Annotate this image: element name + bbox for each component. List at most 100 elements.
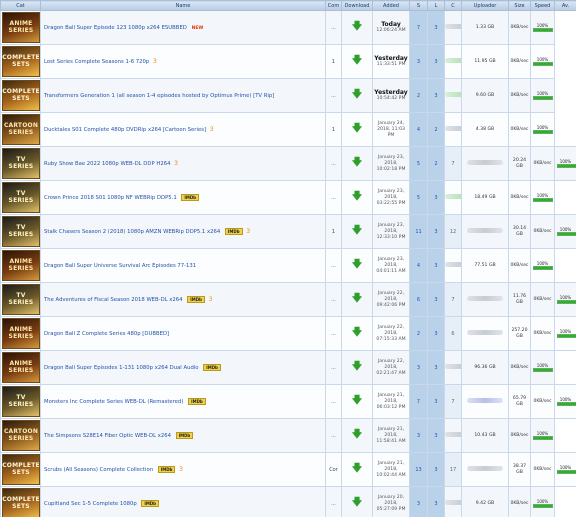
seeders-cell[interactable]: 3 <box>409 44 428 79</box>
comments-cell[interactable]: ... <box>325 486 342 517</box>
column-header-speed[interactable]: Speed <box>530 0 555 11</box>
uploader-name-blurred[interactable] <box>445 500 461 505</box>
column-header-size[interactable]: Size <box>508 0 531 11</box>
uploader-cell[interactable] <box>461 146 509 181</box>
seeders-cell[interactable]: 5 <box>409 146 428 181</box>
leechers-cell[interactable]: 3 <box>427 44 445 79</box>
seeders-cell[interactable]: 4 <box>409 248 428 283</box>
category-cell[interactable]: COMPLETE SETS <box>0 452 41 487</box>
leechers-cell[interactable]: 3 <box>427 350 445 385</box>
imdb-badge[interactable]: IMDb <box>157 466 176 473</box>
seeders-cell[interactable]: 11 <box>409 214 428 249</box>
uploader-cell[interactable] <box>444 112 462 147</box>
download-arrow-icon[interactable]: 🡇 <box>352 225 362 236</box>
download-cell[interactable]: 🡇 <box>341 384 373 419</box>
leechers-cell[interactable]: 2 <box>427 112 445 147</box>
leechers-cell[interactable]: 2 <box>427 146 445 181</box>
torrent-name-link[interactable]: Monsters Inc Complete Series WEB-DL (Rem… <box>44 399 183 405</box>
column-header-cat[interactable]: Cat <box>0 0 41 11</box>
uploader-cell[interactable] <box>444 180 462 215</box>
uploader-name-blurred[interactable] <box>445 364 461 369</box>
comments-cell[interactable]: ... <box>325 78 342 113</box>
uploader-name-blurred[interactable] <box>467 296 503 301</box>
torrent-name-link[interactable]: Scrubs (All Seasons) Complete Collection <box>44 467 153 473</box>
seeders-cell[interactable]: 13 <box>409 452 428 487</box>
seeders-cell[interactable]: 7 <box>409 10 428 45</box>
imdb-badge[interactable]: IMDb <box>203 364 221 371</box>
category-image[interactable]: ANIME SERIES <box>2 318 40 349</box>
torrent-name-link[interactable]: Transformers Generation 1 (all season 1-… <box>44 93 274 99</box>
leechers-cell[interactable]: 3 <box>427 316 445 351</box>
category-cell[interactable]: CARTOON SERIES <box>0 112 41 147</box>
download-arrow-icon[interactable]: 🡇 <box>352 55 362 66</box>
download-arrow-icon[interactable]: 🡇 <box>352 497 362 508</box>
torrent-name-link[interactable]: Ruby Show Bae 2022 1080p WEB-DL DDP H264 <box>44 161 170 167</box>
comments-cell[interactable]: ... <box>325 282 342 317</box>
column-header-uploader[interactable]: Uploader <box>461 0 509 11</box>
category-cell[interactable]: TV SERIES <box>0 282 41 317</box>
category-image[interactable]: ANIME SERIES <box>2 250 40 281</box>
download-cell[interactable]: 🡇 <box>341 248 373 283</box>
leechers-cell[interactable]: 3 <box>427 214 445 249</box>
leechers-cell[interactable]: 3 <box>427 418 445 453</box>
uploader-name-blurred[interactable] <box>445 24 461 29</box>
comments-cell[interactable]: 1 <box>325 214 342 249</box>
torrent-name-link[interactable]: Dragon Ball Z Complete Series 480p [DUBB… <box>44 331 169 337</box>
category-cell[interactable]: TV SERIES <box>0 384 41 419</box>
imdb-badge[interactable]: IMDb <box>181 194 200 201</box>
download-cell[interactable]: 🡇 <box>341 78 373 113</box>
torrent-name-link[interactable]: The Simpsons S28E14 Fiber Optic WEB-DL x… <box>44 433 171 439</box>
download-cell[interactable]: 🡇 <box>341 486 373 517</box>
download-arrow-icon[interactable]: 🡇 <box>352 395 362 406</box>
leechers-cell[interactable]: 3 <box>427 180 445 215</box>
download-arrow-icon[interactable]: 🡇 <box>352 463 362 474</box>
uploader-name-blurred[interactable] <box>445 432 461 437</box>
uploader-name-blurred[interactable] <box>467 228 503 233</box>
uploader-cell[interactable] <box>461 214 509 249</box>
download-cell[interactable]: 🡇 <box>341 146 373 181</box>
torrent-name-link[interactable]: Dragon Ball Super Universe Survival Arc … <box>44 263 196 269</box>
comments-cell[interactable]: ... <box>325 316 342 351</box>
uploader-cell[interactable] <box>444 10 462 45</box>
download-arrow-icon[interactable]: 🡇 <box>352 259 362 270</box>
uploader-cell[interactable] <box>461 452 509 487</box>
column-header-availability[interactable]: Av. <box>554 0 576 11</box>
column-header-added[interactable]: Added <box>372 0 410 11</box>
comments-cell[interactable]: 1 <box>325 112 342 147</box>
seeders-cell[interactable]: 5 <box>409 180 428 215</box>
seeders-cell[interactable]: 7 <box>409 384 428 419</box>
download-arrow-icon[interactable]: 🡇 <box>352 293 362 304</box>
torrent-name-link[interactable]: Stalk Chasers Season 2 (2018) 1080p AMZN… <box>44 229 220 235</box>
category-cell[interactable]: COMPLETE SETS <box>0 44 41 79</box>
uploader-cell[interactable] <box>444 44 462 79</box>
seeders-cell[interactable]: 3 <box>409 350 428 385</box>
uploader-name-blurred[interactable] <box>467 398 503 403</box>
torrent-name-link[interactable]: The Adventures of Fiscal Season 2018 WEB… <box>44 297 183 303</box>
imdb-badge[interactable]: IMDb <box>187 296 205 303</box>
category-cell[interactable]: ANIME SERIES <box>0 248 41 283</box>
comments-cell[interactable]: ... <box>325 350 342 385</box>
category-cell[interactable]: TV SERIES <box>0 180 41 215</box>
download-arrow-icon[interactable]: 🡇 <box>352 157 362 168</box>
uploader-cell[interactable] <box>444 78 462 113</box>
torrent-name-link[interactable]: Ducktales S01 Complete 480p DVDRip x264 … <box>44 127 206 133</box>
category-image[interactable]: CARTOON SERIES <box>2 114 40 145</box>
column-header-com[interactable]: Com <box>325 0 342 11</box>
download-cell[interactable]: 🡇 <box>341 350 373 385</box>
imdb-badge[interactable]: IMDb <box>188 398 206 405</box>
uploader-name-blurred[interactable] <box>445 194 461 199</box>
uploader-cell[interactable] <box>461 384 509 419</box>
uploader-name-blurred[interactable] <box>445 262 461 267</box>
torrent-name-link[interactable]: Crown Prince 2018 S01 1080p NF WEBRip DD… <box>44 195 177 201</box>
leechers-cell[interactable]: 3 <box>427 248 445 283</box>
column-header-name[interactable]: Name <box>40 0 326 11</box>
seeders-cell[interactable]: 4 <box>409 112 428 147</box>
comments-cell[interactable]: ... <box>325 180 342 215</box>
download-cell[interactable]: 🡇 <box>341 44 373 79</box>
leechers-cell[interactable]: 3 <box>427 78 445 113</box>
download-arrow-icon[interactable]: 🡇 <box>352 361 362 372</box>
category-cell[interactable]: TV SERIES <box>0 146 41 181</box>
category-image[interactable]: COMPLETE SETS <box>2 46 40 77</box>
uploader-name-blurred[interactable] <box>445 126 461 131</box>
leechers-cell[interactable]: 3 <box>427 282 445 317</box>
